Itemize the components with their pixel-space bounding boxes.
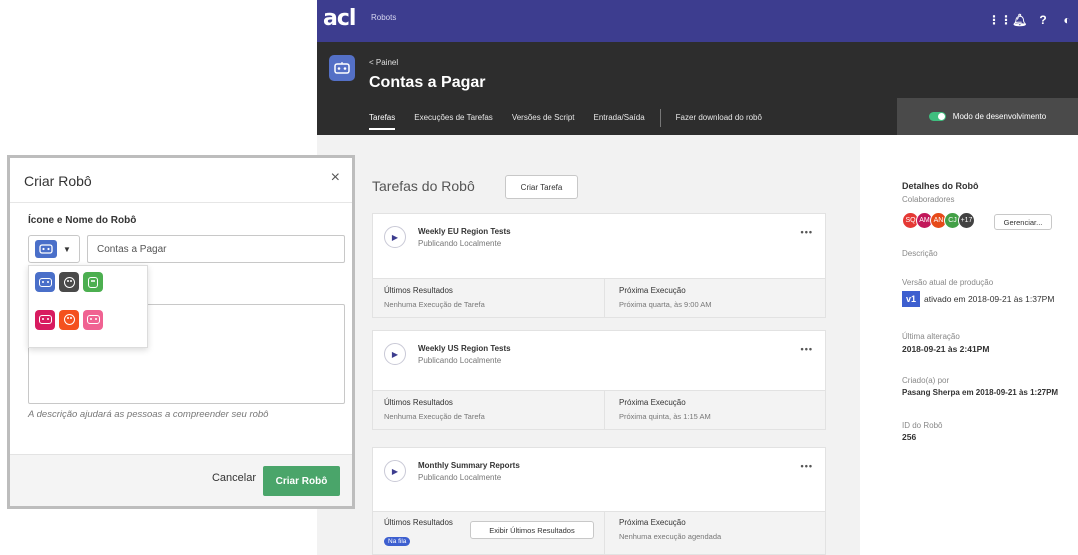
manage-collaborators-button[interactable]: Gerenciar... xyxy=(994,214,1052,230)
created-by-label: Criado(a) por xyxy=(902,376,950,385)
tasks-panel: Tarefas do Robô Criar Tarefa ▶ Weekly EU… xyxy=(317,135,860,555)
chevron-down-icon: ▼ xyxy=(63,244,71,254)
modified-value: 2018-09-21 às 2:41PM xyxy=(902,344,990,354)
bell-icon[interactable]: 🔔︎ xyxy=(1012,13,1027,27)
robot-icon-option-dark[interactable] xyxy=(59,272,79,292)
app-name[interactable]: Robots xyxy=(371,13,396,22)
tab-download-robot[interactable]: Fazer download do robô xyxy=(676,113,762,130)
robot-icon-option-rose[interactable] xyxy=(83,309,103,330)
version-badge[interactable]: v1 xyxy=(902,291,921,307)
more-options-icon[interactable]: ••• xyxy=(801,344,813,354)
prod-version-row: v1 ativado em 2018-09-21 às 1:37PM xyxy=(902,291,1054,307)
last-results-label: Últimos Resultados xyxy=(384,286,453,295)
robot-icon-option-green[interactable] xyxy=(83,272,103,292)
last-results-label: Últimos Resultados xyxy=(384,518,453,527)
create-robot-dialog: Criar Robô × Ícone e Nome do Robô ▼ A de… xyxy=(7,155,355,509)
last-results-value: Nenhuma Execução de Tarefa xyxy=(384,412,485,421)
collaborators-label: Colaboradores xyxy=(902,195,955,204)
last-results-label: Últimos Resultados xyxy=(384,398,453,407)
create-robot-button[interactable]: Criar Robô xyxy=(263,466,340,496)
tab-divider xyxy=(659,109,661,127)
next-run-value: Próxima quinta, às 1:15 AM xyxy=(619,412,711,421)
robot-icon-option-blue[interactable] xyxy=(35,272,55,292)
view-last-results-button[interactable]: Exibir Últimos Resultados xyxy=(470,521,594,539)
modified-label: Última alteração xyxy=(902,332,960,341)
robot-avatar-icon xyxy=(329,55,355,81)
task-card-footer: Últimos Resultados Na fila Exibir Último… xyxy=(373,511,825,555)
next-run-value: Próxima quarta, às 9:00 AM xyxy=(619,300,712,309)
tab-script-versions[interactable]: Versões de Script xyxy=(512,113,575,130)
tab-tasks[interactable]: Tarefas xyxy=(369,113,396,130)
robot-icon xyxy=(35,240,57,258)
next-run-value: Nenhuma execução agendada xyxy=(619,532,722,541)
task-status: Publicando Localmente xyxy=(418,356,502,365)
dev-mode-toggle[interactable] xyxy=(928,112,946,121)
next-run-label: Próxima Execução xyxy=(619,286,686,295)
task-name[interactable]: Monthly Summary Reports xyxy=(418,461,520,470)
robot-id-value: 256 xyxy=(902,432,917,442)
create-task-button[interactable]: Criar Tarefa xyxy=(505,175,578,199)
tab-task-runs[interactable]: Execuções de Tarefas xyxy=(414,113,493,130)
help-icon[interactable]: ? xyxy=(1036,13,1050,27)
icon-name-label: Ícone e Nome do Robô xyxy=(28,215,137,226)
icon-picker-dropdown[interactable]: ▼ xyxy=(28,235,80,263)
footer-divider xyxy=(604,279,605,318)
task-card-footer: Últimos Resultados Nenhuma Execução de T… xyxy=(373,278,825,318)
prod-version-text: ativado em 2018-09-21 às 1:37PM xyxy=(924,294,1055,304)
queued-badge: Na fila xyxy=(384,537,411,546)
tasks-heading: Tarefas do Robô xyxy=(372,178,475,194)
top-bar-icons: ⋮⋮ 🔔︎ ? ◐ xyxy=(988,13,1074,27)
task-card-footer: Últimos Resultados Nenhuma Execução de T… xyxy=(373,390,825,430)
task-card: ▶ Weekly US Region Tests Publicando Loca… xyxy=(372,330,826,430)
cancel-button[interactable]: Cancelar xyxy=(212,472,256,484)
robot-header: < Painel Contas a Pagar Tarefas Execuçõe… xyxy=(317,42,1078,135)
dialog-footer: Cancelar Criar Robô xyxy=(10,454,352,506)
dialog-divider xyxy=(10,202,352,203)
more-options-icon[interactable]: ••• xyxy=(801,227,813,237)
top-bar: acl Robots ⋮⋮ 🔔︎ ? ◐ xyxy=(317,0,1078,42)
robot-icon-option-pink[interactable] xyxy=(35,309,55,330)
apps-grid-icon[interactable]: ⋮⋮ xyxy=(988,13,1012,27)
play-icon[interactable]: ▶ xyxy=(384,226,406,248)
prod-version-label: Versão atual de produção xyxy=(902,278,994,287)
acl-logo[interactable]: acl xyxy=(323,6,356,31)
task-name[interactable]: Weekly US Region Tests xyxy=(418,344,511,353)
robot-icon-option-orange[interactable] xyxy=(59,309,79,330)
robot-name-input[interactable] xyxy=(87,235,345,263)
close-icon[interactable]: × xyxy=(331,169,340,187)
task-card: ▶ Monthly Summary Reports Publicando Loc… xyxy=(372,447,826,555)
footer-divider xyxy=(604,391,605,430)
dev-mode-toggle-bar: Modo de desenvolvimento xyxy=(897,98,1078,135)
play-icon[interactable]: ▶ xyxy=(384,460,406,482)
more-collaborators-badge[interactable]: +17 xyxy=(958,212,975,229)
task-status: Publicando Localmente xyxy=(418,239,502,248)
collaborator-avatars: SQ AM AN CJ +17 xyxy=(902,212,975,229)
dialog-title: Criar Robô xyxy=(24,173,92,189)
robot-tabs: Tarefas Execuções de Tarefas Versões de … xyxy=(369,109,781,130)
description-label: Descrição xyxy=(902,249,938,258)
more-options-icon[interactable]: ••• xyxy=(801,461,813,471)
task-card: ▶ Weekly EU Region Tests Publicando Loca… xyxy=(372,213,826,318)
robots-app-window: acl Robots ⋮⋮ 🔔︎ ? ◐ < Painel Contas a P… xyxy=(317,0,1078,555)
play-icon[interactable]: ▶ xyxy=(384,343,406,365)
last-results-value: Nenhuma Execução de Tarefa xyxy=(384,300,485,309)
task-status: Publicando Localmente xyxy=(418,473,502,482)
next-run-label: Próxima Execução xyxy=(619,398,686,407)
icon-options-popover xyxy=(28,265,148,348)
created-by-value: Pasang Sherpa em 2018-09-21 às 1:27PM xyxy=(902,388,1059,397)
footer-divider xyxy=(604,512,605,555)
description-helper-text: A descrição ajudará as pessoas a compree… xyxy=(28,409,269,420)
screenshot: acl Robots ⋮⋮ 🔔︎ ? ◐ < Painel Contas a P… xyxy=(0,0,1078,555)
dev-mode-label: Modo de desenvolvimento xyxy=(952,112,1047,121)
details-heading: Detalhes do Robô xyxy=(902,181,979,191)
tab-input-output[interactable]: Entrada/Saída xyxy=(594,113,645,130)
robot-details-panel: Detalhes do Robô Colaboradores SQ AM AN … xyxy=(860,135,1078,555)
back-to-dashboard-link[interactable]: < Painel xyxy=(369,58,398,67)
robot-id-label: ID do Robô xyxy=(902,421,943,430)
user-icon[interactable]: ◐ xyxy=(1060,13,1074,27)
next-run-label: Próxima Execução xyxy=(619,518,686,527)
task-name[interactable]: Weekly EU Region Tests xyxy=(418,227,511,236)
page-title: Contas a Pagar xyxy=(369,74,486,91)
